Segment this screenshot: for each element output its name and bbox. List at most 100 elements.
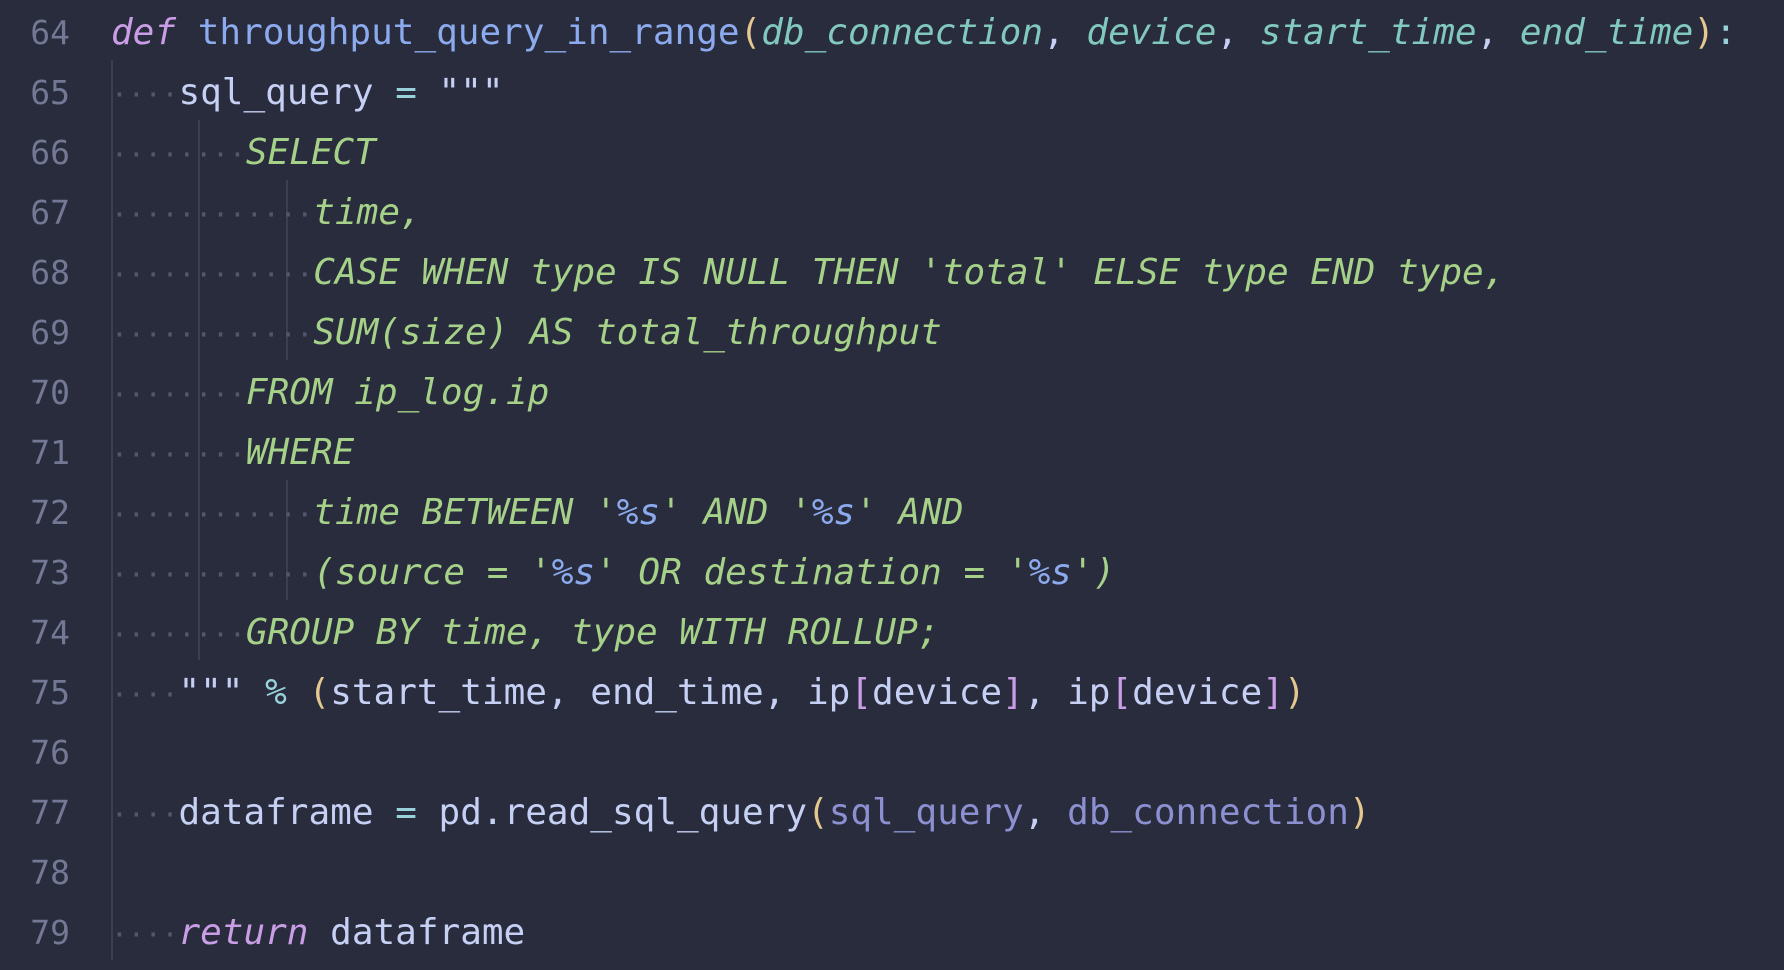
code-token: dataframe — [178, 792, 374, 833]
line-number: 77 — [30, 793, 70, 832]
code-token: %s — [811, 492, 856, 533]
code-token: , — [1023, 792, 1068, 833]
code-line[interactable]: 78 — [0, 843, 1784, 903]
code-token: ( — [739, 12, 762, 53]
code-token: GROUP BY time, type WITH ROLLUP; — [245, 612, 940, 653]
whitespace-marker: ············ — [111, 198, 314, 231]
code-token: sql_query — [178, 72, 374, 113]
code-token: SELECT — [245, 132, 376, 173]
code-token: start_time, end_time, ip — [330, 672, 851, 713]
code-token: FROM ip_log.ip — [245, 372, 550, 413]
code-text[interactable]: ····dataframe = pd.read_sql_query(sql_qu… — [111, 783, 1371, 843]
code-token: return — [178, 912, 309, 953]
code-line[interactable]: 72 ············time BETWEEN '%s' AND '%s'… — [0, 483, 1784, 543]
code-line[interactable]: 73 ············(source = '%s' OR destinat… — [0, 543, 1784, 603]
whitespace-marker: ···· — [111, 798, 179, 831]
line-number: 70 — [30, 373, 70, 412]
code-text[interactable]: ············time, — [111, 183, 422, 243]
code-line[interactable]: 69 ············SUM(size) AS total_through… — [0, 303, 1784, 363]
code-line[interactable]: 65 ····sql_query = """ — [0, 63, 1784, 123]
line-number: 68 — [30, 253, 70, 292]
code-text[interactable]: ············CASE WHEN type IS NULL THEN … — [111, 243, 1505, 303]
code-line[interactable]: 64 def throughput_query_in_range(db_conne… — [0, 3, 1784, 63]
code-line[interactable]: 71 ········WHERE — [0, 423, 1784, 483]
code-token: pd.read_sql_query — [438, 792, 808, 833]
code-token: : — [1714, 12, 1737, 53]
whitespace-marker: ············ — [111, 318, 314, 351]
whitespace-marker: ···· — [111, 918, 179, 951]
code-token: """ — [438, 72, 504, 113]
line-number: 72 — [30, 493, 70, 532]
code-line[interactable]: 76 — [0, 723, 1784, 783]
code-line[interactable]: 77 ····dataframe = pd.read_sql_query(sql_… — [0, 783, 1784, 843]
code-token: %s — [551, 552, 596, 593]
code-token: ] — [1002, 672, 1024, 713]
code-token: SUM(size) AS total_throughput — [313, 312, 942, 353]
line-number: 74 — [30, 613, 70, 652]
line-number: 78 — [30, 853, 70, 892]
code-token: ( — [807, 792, 829, 833]
code-token: db_connection — [761, 12, 1044, 53]
code-text[interactable]: ····sql_query = """ — [111, 63, 504, 123]
code-token: , — [1043, 12, 1087, 53]
whitespace-marker: ········ — [111, 438, 246, 471]
code-token: [ — [1110, 672, 1133, 713]
whitespace-marker: ········ — [111, 378, 246, 411]
code-line[interactable]: 67 ············time, — [0, 183, 1784, 243]
code-text[interactable]: ········GROUP BY time, type WITH ROLLUP; — [111, 603, 939, 663]
line-number: 64 — [30, 13, 70, 52]
code-token: device — [1132, 672, 1263, 713]
line-number: 69 — [30, 313, 70, 352]
code-token: CASE WHEN type IS NULL THEN 'total' ELSE… — [313, 252, 1506, 293]
code-token: ( — [308, 672, 331, 713]
code-line[interactable]: 68 ············CASE WHEN type IS NULL THE… — [0, 243, 1784, 303]
code-text[interactable]: ····""" % (start_time, end_time, ip[devi… — [111, 663, 1306, 723]
code-token: def — [111, 12, 177, 53]
code-line[interactable]: 79 ····return dataframe — [0, 903, 1784, 963]
code-token: WHERE — [245, 432, 355, 473]
whitespace-marker: ········ — [111, 618, 246, 651]
code-editor[interactable]: 64 def throughput_query_in_range(db_conne… — [0, 0, 1784, 970]
whitespace-marker: ···· — [111, 678, 179, 711]
code-text[interactable]: ············SUM(size) AS total_throughpu… — [111, 303, 942, 363]
code-text[interactable]: ········WHERE — [111, 423, 354, 483]
code-line[interactable]: 66 ········SELECT — [0, 123, 1784, 183]
whitespace-marker: ············ — [111, 558, 314, 591]
code-token: ' OR destination = ' — [595, 552, 1029, 593]
line-number: 71 — [30, 433, 70, 472]
code-token: %s — [616, 492, 661, 533]
whitespace-marker: ···· — [111, 78, 179, 111]
code-token: , — [1476, 12, 1520, 53]
code-text[interactable]: ········SELECT — [111, 123, 376, 183]
code-line[interactable]: 75 ····""" % (start_time, end_time, ip[de… — [0, 663, 1784, 723]
code-token: db_connection — [1067, 792, 1349, 833]
code-token: end_time — [1519, 12, 1694, 53]
code-text[interactable]: ············(source = '%s' OR destinatio… — [111, 543, 1115, 603]
code-token: = — [373, 72, 439, 113]
code-token: sql_query — [828, 792, 1024, 833]
code-text[interactable]: ············time BETWEEN '%s' AND '%s' A… — [111, 483, 964, 543]
code-text[interactable]: ····return dataframe — [111, 903, 525, 963]
line-number: 75 — [30, 673, 70, 712]
code-token: , ip — [1023, 672, 1111, 713]
code-line[interactable]: 70 ········FROM ip_log.ip — [0, 363, 1784, 423]
code-token: ' AND ' — [660, 492, 812, 533]
code-text[interactable]: ········FROM ip_log.ip — [111, 363, 549, 423]
code-token: [ — [850, 672, 873, 713]
code-token: , — [1216, 12, 1260, 53]
code-token: ) — [1693, 12, 1715, 53]
line-number: 67 — [30, 193, 70, 232]
code-token: time BETWEEN ' — [313, 492, 617, 533]
code-token: ) — [1348, 792, 1371, 833]
line-number: 73 — [30, 553, 70, 592]
line-number: 79 — [30, 913, 70, 952]
code-line[interactable]: 74 ········GROUP BY time, type WITH ROLLU… — [0, 603, 1784, 663]
code-token: %s — [1028, 552, 1072, 593]
code-token: (source = ' — [313, 552, 552, 593]
code-token: = — [373, 792, 439, 833]
code-token: throughput_query_in_range — [197, 12, 740, 53]
code-text[interactable]: def throughput_query_in_range(db_connect… — [111, 3, 1737, 63]
line-number: 76 — [30, 733, 70, 772]
line-number: 65 — [30, 73, 70, 112]
